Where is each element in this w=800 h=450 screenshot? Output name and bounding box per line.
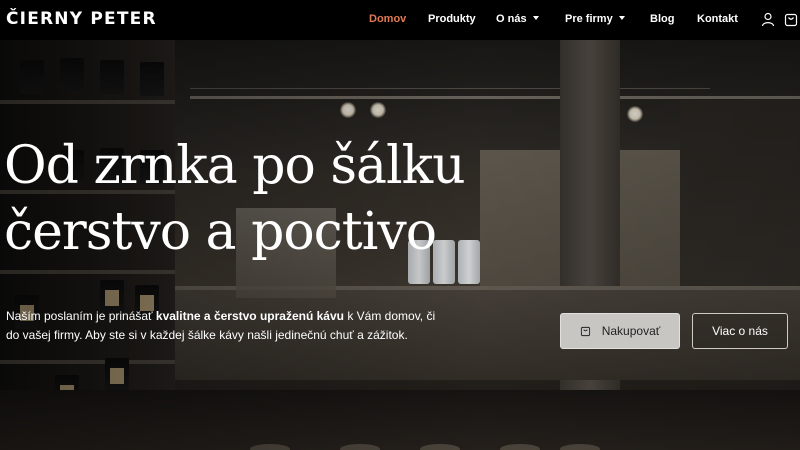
nav-item-products[interactable]: Produkty	[428, 13, 476, 25]
nav-item-label: Kontakt	[697, 13, 738, 25]
shop-button-label: Nakupovať	[601, 324, 661, 338]
chevron-down-icon	[618, 16, 625, 20]
nav-item-blog[interactable]: Blog	[650, 13, 674, 25]
hero-description-part-1: Naším poslaním je prinášať	[6, 309, 156, 323]
nav-item-label: Produkty	[428, 13, 476, 25]
nav-item-contact[interactable]: Kontakt	[697, 13, 738, 25]
nav-item-label: Pre firmy	[565, 13, 613, 25]
shopping-bag-icon	[580, 326, 590, 336]
nav-item-label: Domov	[369, 13, 407, 25]
hero-title: Od zrnka po šálku čerstvo a poctivo	[4, 133, 466, 265]
hero-title-line-2: čerstvo a poctivo	[4, 202, 437, 262]
hero-title-line-1: Od zrnka po šálku	[4, 136, 466, 196]
nav-item-for-companies[interactable]: Pre firmy	[565, 13, 625, 25]
chevron-down-icon	[532, 16, 539, 20]
shopping-bag-icon[interactable]	[784, 12, 798, 27]
site-header: ČIERNY PETER Domov Produkty O nás Pre fi…	[0, 0, 800, 40]
nav-item-home[interactable]: Domov	[369, 13, 406, 25]
hero-description: Naším poslaním je prinášať kvalitne a če…	[6, 307, 436, 345]
nav-item-label: Blog	[650, 13, 675, 25]
main-nav: Domov Produkty O nás Pre firmy Blog Kont…	[0, 13, 800, 29]
page: ČIERNY PETER Od zrnka po šálku čerstvo a…	[0, 0, 800, 450]
user-icon[interactable]	[761, 12, 775, 27]
nav-item-label: O nás	[496, 13, 527, 25]
nav-item-about[interactable]: O nás	[496, 13, 539, 25]
about-us-button-label: Viac o nás	[712, 324, 768, 338]
hero-description-highlight: kvalitne a čerstvo upraženú kávu	[155, 309, 344, 323]
about-us-button[interactable]: Viac o nás	[692, 313, 788, 349]
shop-button[interactable]: Nakupovať	[560, 313, 680, 349]
